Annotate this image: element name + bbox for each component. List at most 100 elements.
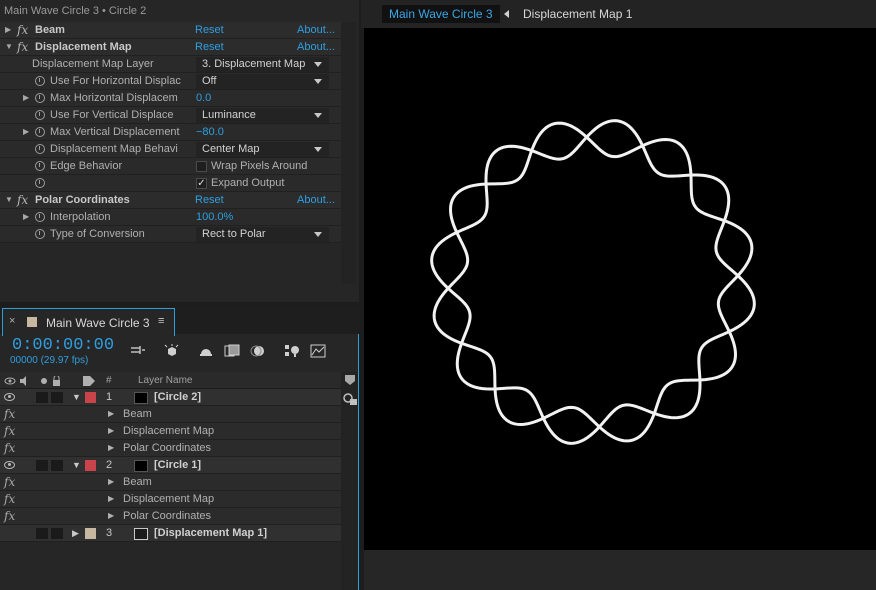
twirl-down-icon[interactable]: ▼ (72, 460, 81, 470)
property-value[interactable]: −80.0 (196, 126, 224, 138)
timeline-tab[interactable]: × Main Wave Circle 3 ≡ (2, 308, 175, 336)
layer-row-2[interactable]: ▼ 2 [Circle 1] (0, 457, 341, 474)
about-link[interactable]: About... (297, 24, 335, 36)
motion-blur-icon[interactable] (250, 344, 266, 358)
twirl-right-icon[interactable]: ▶ (108, 409, 114, 418)
twirl-right-icon[interactable]: ▶ (5, 25, 11, 34)
composition-viewer[interactable] (364, 28, 876, 550)
property-row-type-of-conversion: Type of Conversion Rect to Polar (0, 226, 341, 243)
fx-icon[interactable]: fx (17, 23, 28, 37)
tab-main-wave-circle-3[interactable]: Main Wave Circle 3 (382, 5, 500, 23)
layer-name[interactable]: [Displacement Map 1] (154, 527, 267, 539)
reset-link[interactable]: Reset (195, 41, 224, 53)
panel-menu-icon[interactable]: ≡ (158, 315, 164, 327)
layer-effect-row[interactable]: fx ▶ Polar Coordinates (0, 508, 341, 525)
solo-switch[interactable] (51, 392, 63, 403)
reset-link[interactable]: Reset (195, 24, 224, 36)
twirl-down-icon[interactable]: ▼ (5, 42, 13, 51)
stopwatch-icon[interactable] (35, 212, 45, 222)
layer-switch-shield-icon[interactable] (344, 374, 356, 386)
graph-editor-icon[interactable] (310, 344, 326, 358)
property-value[interactable]: 0.0 (196, 92, 211, 104)
effect-controls-panel: Main Wave Circle 3 • Circle 2 ▶ fx Beam Res… (0, 0, 359, 302)
property-dropdown[interactable]: Luminance (196, 108, 329, 123)
stopwatch-icon[interactable] (35, 178, 45, 188)
close-icon[interactable]: × (9, 315, 15, 327)
fx-icon[interactable]: fx (17, 193, 28, 207)
stopwatch-icon[interactable] (35, 110, 45, 120)
breadcrumb-arrow-icon[interactable] (504, 10, 509, 18)
stopwatch-icon[interactable] (35, 76, 45, 86)
property-value[interactable]: 100.0% (196, 211, 233, 223)
twirl-right-icon[interactable]: ▶ (108, 494, 114, 503)
layer-effect-row[interactable]: fx ▶ Displacement Map (0, 491, 341, 508)
twirl-right-icon[interactable]: ▶ (108, 511, 114, 520)
layer-effect-row[interactable]: fx ▶ Beam (0, 474, 341, 491)
twirl-right-icon[interactable]: ▶ (23, 127, 29, 136)
about-link[interactable]: About... (297, 41, 335, 53)
stopwatch-icon[interactable] (35, 144, 45, 154)
twirl-right-icon[interactable]: ▶ (108, 477, 114, 486)
property-dropdown[interactable]: Off (196, 74, 329, 89)
lock-switch[interactable] (36, 528, 48, 539)
visibility-eye-icon[interactable] (4, 393, 15, 401)
column-layer-name[interactable]: Layer Name (138, 375, 192, 386)
layer-number: 3 (106, 527, 113, 539)
layer-row-3[interactable]: ▶ 3 [Displacement Map 1] (0, 525, 341, 542)
visibility-eye-icon[interactable] (4, 461, 15, 469)
layer-name[interactable]: [Circle 2] (154, 391, 201, 403)
property-checkbox[interactable]: ✓ (196, 178, 207, 189)
layer-row-1[interactable]: ▼ 1 [Circle 2] (0, 389, 341, 406)
layer-label-color[interactable] (85, 528, 96, 539)
solo-switch[interactable] (51, 460, 63, 471)
solo-switch[interactable] (51, 528, 63, 539)
layer-effect-row[interactable]: fx ▶ Polar Coordinates (0, 440, 341, 457)
shy-layers-icon[interactable] (198, 344, 214, 358)
timeline-graph-area (341, 372, 358, 590)
twirl-right-icon[interactable]: ▶ (72, 528, 79, 539)
fx-icon[interactable]: fx (17, 40, 28, 54)
layer-label-color[interactable] (85, 392, 96, 403)
draft-3d-icon[interactable] (164, 344, 180, 358)
twirl-down-icon[interactable]: ▼ (72, 392, 81, 402)
fx-icon[interactable]: fx (4, 492, 15, 506)
twirl-right-icon[interactable]: ▶ (108, 443, 114, 452)
property-label: Max Horizontal Displacem (50, 92, 178, 104)
layer-effect-row[interactable]: fx ▶ Beam (0, 406, 341, 423)
twirl-down-icon[interactable]: ▼ (5, 195, 13, 204)
about-link[interactable]: About... (297, 194, 335, 206)
brainstorm-icon[interactable] (284, 344, 300, 358)
fx-icon[interactable]: fx (4, 509, 15, 523)
layer-effect-row[interactable]: fx ▶ Displacement Map (0, 423, 341, 440)
comp-button-icon[interactable] (342, 392, 358, 406)
column-number: # (106, 375, 112, 386)
fx-icon[interactable]: fx (4, 441, 15, 455)
property-row-use-for-vertical-displace: Use For Vertical Displace Luminance (0, 107, 341, 124)
tab-displacement-map-1[interactable]: Displacement Map 1 (516, 5, 639, 23)
layer-name[interactable]: [Circle 1] (154, 459, 201, 471)
stopwatch-icon[interactable] (35, 229, 45, 239)
comp-mini-flowchart-icon[interactable] (130, 344, 146, 358)
property-dropdown[interactable]: 3. Displacement Map (196, 57, 329, 72)
lock-switch[interactable] (36, 392, 48, 403)
twirl-right-icon[interactable]: ▶ (23, 212, 29, 221)
property-dropdown[interactable]: Rect to Polar (196, 227, 329, 242)
property-dropdown[interactable]: Center Map (196, 142, 329, 157)
twirl-right-icon[interactable]: ▶ (23, 93, 29, 102)
stopwatch-icon[interactable] (35, 93, 45, 103)
lock-switch[interactable] (36, 460, 48, 471)
current-timecode[interactable]: 0:00:00:00 (12, 336, 114, 355)
property-checkbox[interactable] (196, 161, 207, 172)
stopwatch-icon[interactable] (35, 127, 45, 137)
fx-icon[interactable]: fx (4, 475, 15, 489)
layer-label-color[interactable] (85, 460, 96, 471)
property-row-edge-behavior: Edge Behavior Wrap Pixels Around (0, 158, 341, 175)
frame-blending-icon[interactable] (224, 344, 240, 358)
fx-icon[interactable]: fx (4, 424, 15, 438)
fx-icon[interactable]: fx (4, 407, 15, 421)
reset-link[interactable]: Reset (195, 194, 224, 206)
stopwatch-icon[interactable] (35, 161, 45, 171)
twirl-right-icon[interactable]: ▶ (108, 426, 114, 435)
effect-name: Displacement Map (123, 425, 215, 437)
effect-controls-scrollbar[interactable] (341, 22, 356, 284)
